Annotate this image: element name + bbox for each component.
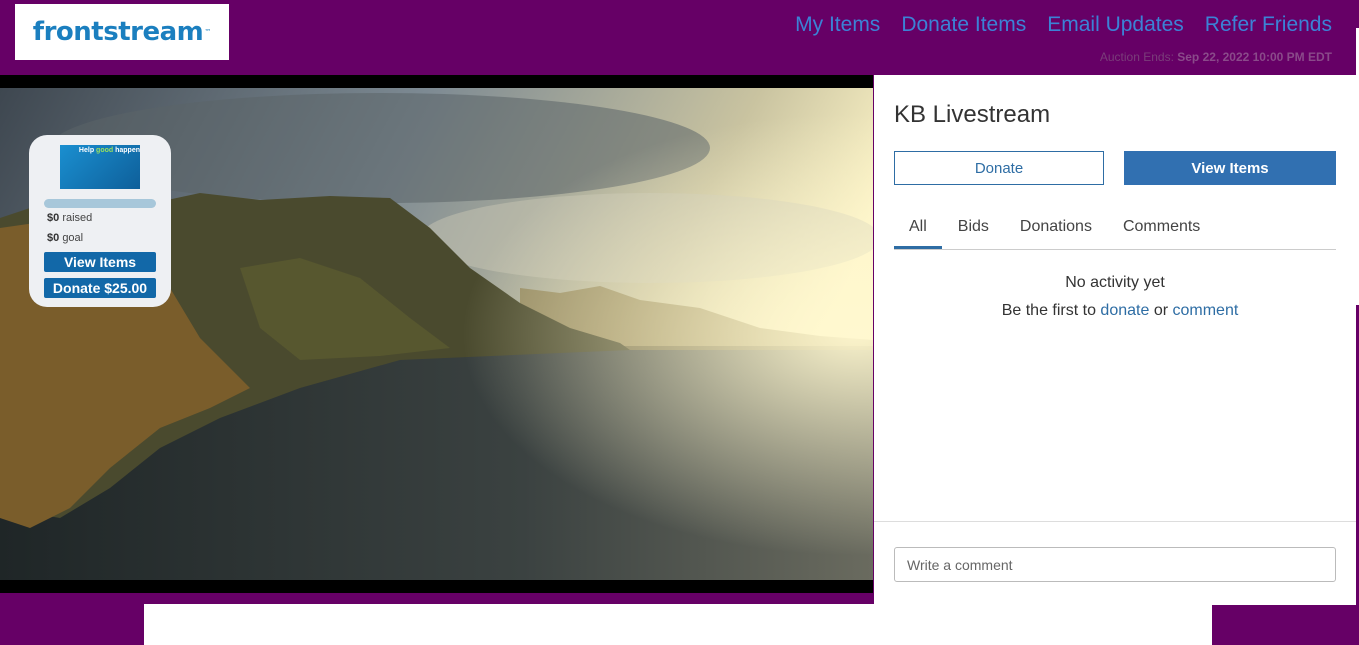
nav-my-items[interactable]: My Items [795, 13, 880, 37]
donate-link[interactable]: donate [1100, 302, 1149, 319]
auction-ends-date: Sep 22, 2022 10:00 PM EDT [1177, 50, 1332, 64]
widget-donate-button[interactable]: Donate $25.00 [44, 278, 156, 298]
panel-title: KB Livestream [894, 101, 1051, 128]
campaign-widget: Help good happen $0 raised $0 goal View … [29, 135, 171, 307]
comment-input[interactable] [894, 547, 1336, 582]
thumb-text: Help [78, 147, 97, 154]
donate-button[interactable]: Donate [894, 151, 1104, 185]
tab-all[interactable]: All [894, 215, 942, 249]
raised-label: raised [62, 212, 93, 224]
thumb-text-good: good [96, 147, 114, 154]
content-area [144, 604, 1212, 645]
goal-stat: $0 goal [47, 232, 83, 244]
tab-donations[interactable]: Donations [1004, 215, 1107, 245]
logo-trademark: ™ [204, 28, 212, 36]
activity-panel: KB Livestream Donate View Items All Bids… [874, 75, 1356, 605]
panel-divider [874, 521, 1356, 522]
nav-donate-items[interactable]: Donate Items [901, 13, 1026, 37]
activity-tabs: All Bids Donations Comments [894, 215, 1336, 250]
logo-text: frontstream [32, 17, 204, 47]
empty-state-title: No activity yet [1065, 274, 1165, 291]
frontstream-logo[interactable]: frontstream ™ [15, 4, 229, 60]
auction-ends-label: Auction Ends: [1099, 50, 1174, 64]
empty-state-message: Be the first to donate or comment [874, 302, 1356, 320]
goal-label: goal [62, 232, 84, 244]
empty-prefix: Be the first to [1001, 302, 1096, 319]
nav-refer-friends[interactable]: Refer Friends [1205, 13, 1332, 37]
widget-view-items-button[interactable]: View Items [44, 252, 156, 272]
campaign-thumbnail: Help good happen [60, 145, 140, 189]
progress-bar [44, 199, 156, 208]
tab-comments[interactable]: Comments [1107, 215, 1215, 245]
tab-bids[interactable]: Bids [942, 215, 1004, 245]
raised-amount: $0 [47, 212, 60, 224]
nav-email-updates[interactable]: Email Updates [1047, 13, 1184, 37]
auction-ends: Auction Ends: Sep 22, 2022 10:00 PM EDT [1100, 50, 1332, 64]
comment-link[interactable]: comment [1173, 302, 1239, 319]
empty-or: or [1153, 302, 1169, 319]
thumb-text-end: happen [113, 147, 140, 154]
view-items-button[interactable]: View Items [1124, 151, 1336, 185]
goal-amount: $0 [47, 232, 60, 244]
top-nav: My Items Donate Items Email Updates Refe… [795, 13, 1332, 37]
raised-stat: $0 raised [47, 212, 92, 224]
